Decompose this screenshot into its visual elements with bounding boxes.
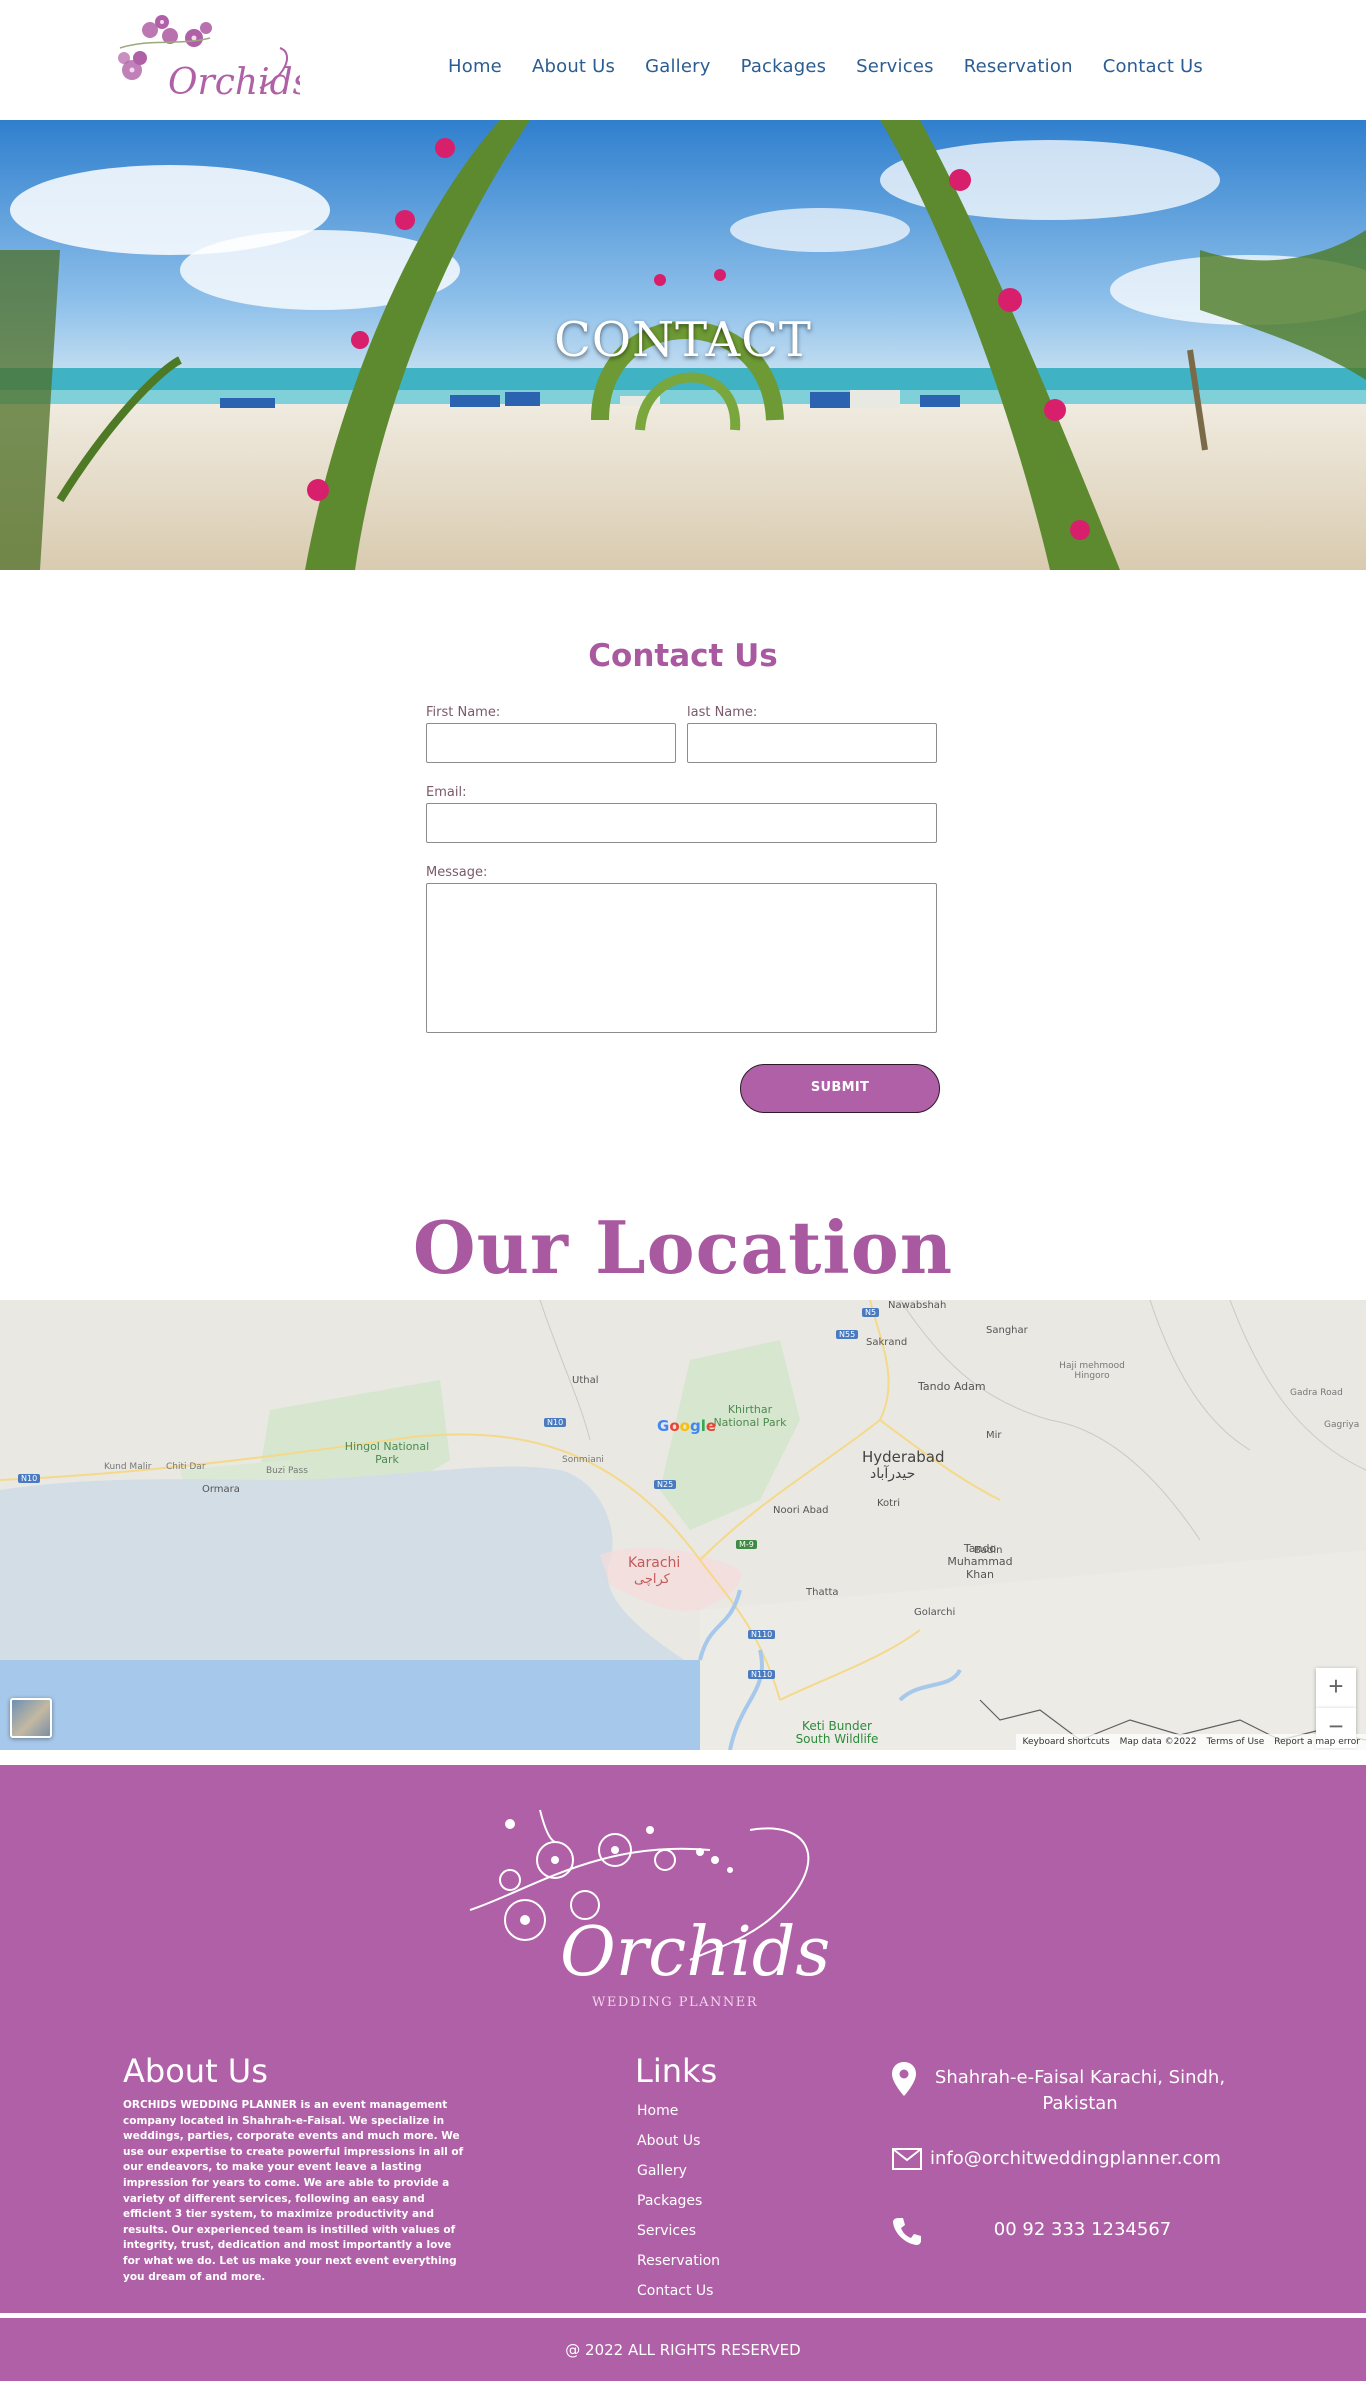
first-name-input[interactable] <box>426 723 676 763</box>
map-label-thatta: Thatta <box>806 1587 839 1598</box>
map-label-hingol: Hingol National Park <box>344 1440 430 1466</box>
envelope-icon <box>892 2148 922 2175</box>
copyright-text: @ 2022 ALL RIGHTS RESERVED <box>565 2341 801 2359</box>
our-location-heading: Our Location <box>412 1205 954 1290</box>
footer-email[interactable]: info@orchitweddingplanner.com <box>930 2148 1230 2169</box>
footer-link-services[interactable]: Services <box>637 2223 696 2239</box>
nav-reservation[interactable]: Reservation <box>964 56 1073 77</box>
footer-divider <box>0 2313 1366 2318</box>
map-label-karachi: Karachi <box>628 1555 681 1571</box>
map-label-sakrand: Sakrand <box>866 1337 908 1348</box>
footer-orchids-logo: Orchids WEDDING PLANNER <box>450 1800 850 2010</box>
map-label-haji-mehmood: Haji mehmood Hingoro <box>1059 1361 1125 1381</box>
footer-about-heading: About Us <box>123 2052 268 2090</box>
map-data-text: Map data ©2022 <box>1119 1737 1197 1747</box>
map-label-gagriya: Gagriya <box>1324 1420 1360 1430</box>
map-label-noori-abad: Noori Abad <box>773 1505 829 1516</box>
map-label-hyderabad-urdu: حیدرآباد <box>870 1466 916 1482</box>
map-label-chiti-dar: Chiti Dar <box>166 1462 206 1472</box>
map-label-badin: Badin <box>974 1545 1003 1556</box>
footer-link-contact-us[interactable]: Contact Us <box>637 2283 713 2299</box>
map-label-nawabshah: Nawabshah <box>888 1300 947 1311</box>
map-satellite-toggle[interactable] <box>10 1698 52 1738</box>
map-label-n10-west: N10 <box>18 1474 41 1483</box>
hero-title: CONTACT <box>554 312 812 368</box>
google-logo: Google <box>657 1417 717 1435</box>
map-footer: Keyboard shortcuts Map data ©2022 Terms … <box>1016 1734 1366 1750</box>
map-label-ormara: Ormara <box>202 1484 240 1495</box>
site-header: Orchids Home About Us Gallery Packages S… <box>0 0 1366 120</box>
svg-text:WEDDING PLANNER: WEDDING PLANNER <box>592 1995 758 2010</box>
terms-of-use-link[interactable]: Terms of Use <box>1207 1734 1265 1750</box>
footer-link-packages[interactable]: Packages <box>637 2193 702 2209</box>
map-label-n110: N110 <box>748 1630 776 1639</box>
map-label-n5: N5 <box>862 1308 880 1317</box>
footer-link-about-us[interactable]: About Us <box>637 2133 700 2149</box>
map-label-mir: Mir <box>986 1430 1002 1441</box>
map-label-n110-south: N110 <box>748 1670 776 1679</box>
main-nav: Home About Us Gallery Packages Services … <box>448 56 1233 77</box>
last-name-label: last Name: <box>687 705 758 720</box>
google-map[interactable]: Karachi کراچی Hyderabad حیدرآباد Hingol … <box>0 1300 1366 1750</box>
contact-us-heading: Contact Us <box>588 638 778 674</box>
footer-link-home[interactable]: Home <box>637 2103 678 2119</box>
map-label-sanghar: Sanghar <box>986 1325 1028 1336</box>
footer-link-gallery[interactable]: Gallery <box>637 2163 687 2179</box>
footer-phone[interactable]: 00 92 333 1234567 <box>960 2219 1205 2240</box>
email-input[interactable] <box>426 803 937 843</box>
email-label: Email: <box>426 785 467 800</box>
message-label: Message: <box>426 865 488 880</box>
map-label-n25: N25 <box>654 1480 677 1489</box>
last-name-input[interactable] <box>687 723 937 763</box>
submit-button[interactable]: SUBMIT <box>740 1064 940 1113</box>
map-label-kirthar: Khirthar National Park <box>713 1403 787 1429</box>
map-label-kotri: Kotri <box>877 1498 900 1509</box>
map-label-gadra-road: Gadra Road <box>1290 1388 1343 1398</box>
map-label-sonmiani: Sonmiani <box>562 1455 604 1465</box>
report-map-error-link[interactable]: Report a map error <box>1274 1734 1360 1750</box>
map-tiles <box>0 1300 1366 1750</box>
map-label-golarchi: Golarchi <box>914 1607 956 1618</box>
map-label-keti-bunder: Keti Bunder South Wildlife <box>795 1719 879 1746</box>
footer-links-heading: Links <box>635 2052 718 2090</box>
message-textarea[interactable] <box>426 883 937 1033</box>
nav-gallery[interactable]: Gallery <box>645 56 711 77</box>
svg-text:Orchids: Orchids <box>168 62 300 103</box>
map-label-n55: N55 <box>836 1330 859 1339</box>
map-label-n10: N10 <box>544 1418 567 1427</box>
hero-banner: CONTACT <box>0 120 1366 570</box>
orchids-logo[interactable]: Orchids <box>110 8 311 110</box>
map-label-m9: M-9 <box>736 1540 757 1549</box>
nav-about-us[interactable]: About Us <box>532 56 615 77</box>
keyboard-shortcuts-link[interactable]: Keyboard shortcuts <box>1022 1734 1109 1750</box>
phone-icon <box>892 2216 922 2251</box>
map-label-buzi-pass: Buzi Pass <box>266 1466 308 1476</box>
nav-services[interactable]: Services <box>856 56 934 77</box>
map-label-karachi-urdu: کراچی <box>634 1572 670 1587</box>
svg-text:Orchids: Orchids <box>560 1913 830 1992</box>
footer-address: Shahrah-e-Faisal Karachi, Sindh, Pakista… <box>934 2067 1226 2114</box>
location-pin-icon <box>892 2062 916 2101</box>
nav-packages[interactable]: Packages <box>741 56 827 77</box>
map-label-tando-adam: Tando Adam <box>918 1380 986 1393</box>
footer-about-text: ORCHIDS WEDDING PLANNER is an event mana… <box>123 2099 464 2283</box>
map-label-kund-malir: Kund Malir <box>104 1462 152 1472</box>
nav-home[interactable]: Home <box>448 56 502 77</box>
map-label-hyderabad: Hyderabad <box>862 1448 945 1466</box>
footer-link-reservation[interactable]: Reservation <box>637 2253 720 2269</box>
nav-contact-us[interactable]: Contact Us <box>1103 56 1203 77</box>
map-label-uthal: Uthal <box>572 1375 599 1386</box>
map-zoom-in-button[interactable]: + <box>1316 1668 1356 1708</box>
first-name-label: First Name: <box>426 705 501 720</box>
